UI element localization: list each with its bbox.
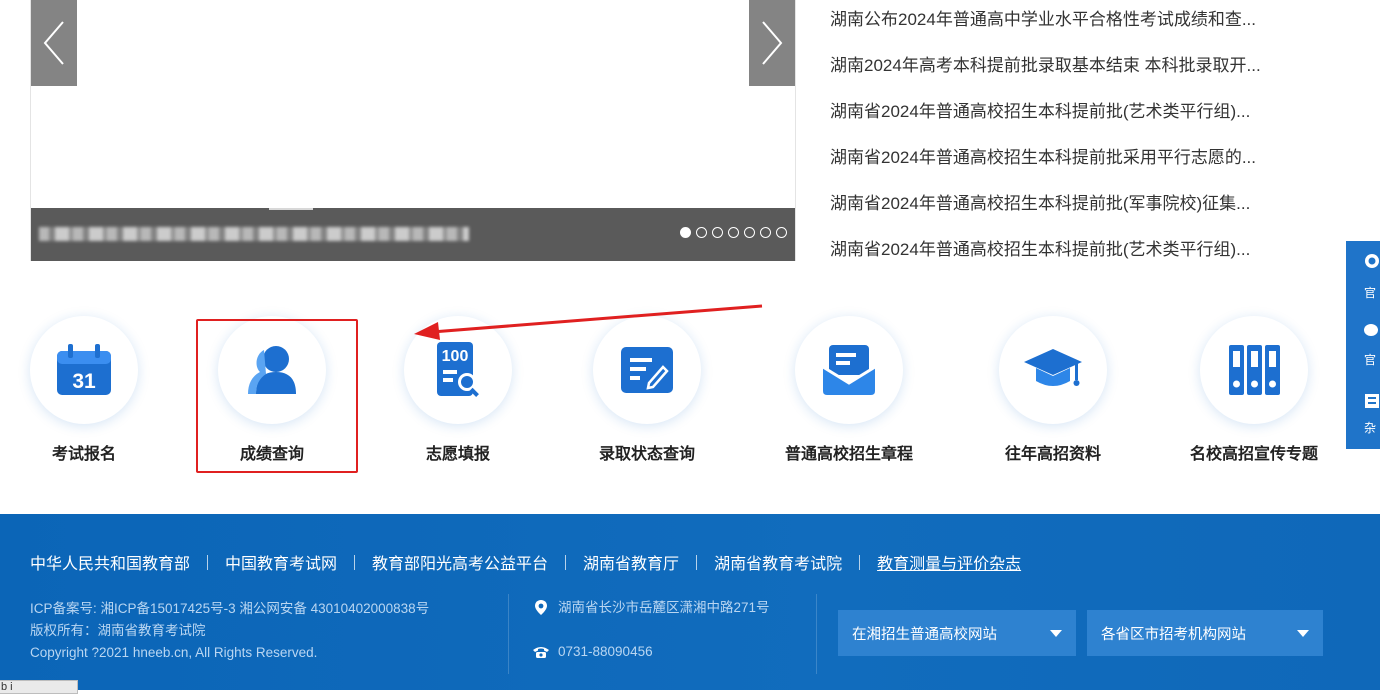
footer-divider [508,594,509,674]
quick-link-label: 考试报名 [51,446,116,463]
highlight-box [196,319,358,473]
quick-link-circle [1200,316,1308,424]
footer-divider [816,594,817,674]
score-badge: 100 [442,348,469,365]
site-footer: 中华人民共和国教育部 中国教育考试网 教育部阳光高考公益平台 湖南省教育厅 湖南… [0,514,1380,690]
quick-link-admission-charter[interactable]: 普通高校招生章程 [769,316,929,476]
phone-icon [533,647,549,658]
chevron-down-icon [1297,629,1309,637]
university-sites-select-label: 在湘招生普通高校网站 [852,626,997,643]
quick-link-circle [999,316,1107,424]
annotation-arrow [414,304,763,340]
footer-link-divider [207,554,209,570]
news-item[interactable]: 湖南省2024年普通高校招生本科提前批(军事院校)征集... [830,189,1250,214]
quick-link-label: 往年高招资料 [1004,446,1101,463]
footer-phone: 0731-88090456 [558,644,653,659]
provincial-sites-select-label: 各省区市招考机构网站 [1101,626,1246,643]
carousel-handle [269,208,313,210]
graduation-cap-icon [1024,349,1082,386]
footer-link-divider [354,554,356,570]
quick-link-circle: 31 [30,316,138,424]
chevron-right-icon [762,21,783,65]
carousel-dot[interactable] [776,227,787,238]
carousel-dot[interactable] [728,227,739,238]
news-item[interactable]: 湖南2024年高考本科提前批录取基本结束 本科批录取开... [830,51,1261,76]
footer-link-hunan-exam-authority[interactable]: 湖南省教育考试院 [714,550,842,574]
weibo-icon [1365,254,1379,268]
news-item[interactable]: 湖南省2024年普通高校招生本科提前批(艺术类平行组)... [830,235,1250,260]
quick-link-exam-registration[interactable]: 31 考试报名 [4,316,164,476]
footer-link-divider [859,554,861,570]
news-item[interactable]: 湖南省2024年普通高校招生本科提前批采用平行志愿的... [830,143,1256,168]
carousel-dot[interactable] [744,227,755,238]
footer-link-neea[interactable]: 中国教育考试网 [225,550,337,574]
location-pin-icon [535,600,547,615]
carousel-dot[interactable] [760,227,771,238]
footer-links: 中华人民共和国教育部 中国教育考试网 教育部阳光高考公益平台 湖南省教育厅 湖南… [30,550,1021,574]
footer-link-hunan-education[interactable]: 湖南省教育厅 [583,550,679,574]
footer-link-journal[interactable]: 教育测量与评价杂志 [877,550,1021,574]
chevron-left-icon [43,21,64,65]
quick-link-label: 普通高校招生章程 [784,446,913,463]
quick-link-label: 录取状态查询 [598,446,695,463]
carousel-next-button[interactable] [749,0,795,86]
news-item[interactable]: 湖南公布2024年普通高中学业水平合格性考试成绩和查... [830,5,1256,30]
calendar-day: 31 [72,370,96,393]
carousel-caption-bar [31,208,795,261]
carousel-dot[interactable] [680,227,691,238]
university-sites-select[interactable]: 在湘招生普通高校网站 [838,610,1076,656]
news-carousel[interactable] [30,0,796,261]
score-search-icon: 100 [437,342,479,397]
carousel-dot[interactable] [696,227,707,238]
copyright-notice: Copyright ?2021 hneeb.cn, All Rights Res… [30,645,318,660]
footer-info: ICP备案号: 湘ICP备15017425号-3 湘公网安备 430104020… [30,598,429,664]
footer-address: 湖南省长沙市岳麓区潇湘中路271号 [558,600,770,615]
carousel-dot[interactable] [712,227,723,238]
status-tooltip: b i [0,680,78,694]
news-item[interactable]: 湖南省2024年普通高校招生本科提前批(艺术类平行组)... [830,97,1250,122]
provincial-sites-select[interactable]: 各省区市招考机构网站 [1087,610,1323,656]
binders-icon [1229,345,1280,395]
carousel-caption-blurred [39,227,469,241]
footer-link-gaokao-platform[interactable]: 教育部阳光高考公益平台 [372,550,548,574]
copyright-owner: 版权所有：湖南省教育考试院 [30,623,206,638]
footer-link-divider [696,554,698,570]
quick-link-label: 志愿填报 [425,446,490,463]
footer-link-divider [565,554,567,570]
footer-link-moe[interactable]: 中华人民共和国教育部 [30,550,190,574]
quick-link-label: 名校高招宣传专题 [1189,446,1318,463]
side-item-label: 官 [1364,286,1377,300]
carousel-prev-button[interactable] [31,0,77,86]
footer-contact: 湖南省长沙市岳麓区潇湘中路271号 0731-88090456 [532,598,770,686]
quick-link-university-promotion[interactable]: 名校高招宣传专题 [1174,316,1334,476]
calendar-icon: 31 [57,344,111,395]
icp-record: ICP备案号: 湘ICP备15017425号-3 湘公网安备 430104020… [30,601,430,616]
quick-link-past-materials[interactable]: 往年高招资料 [973,316,1133,476]
quick-link-circle [795,316,903,424]
edit-form-icon [621,347,673,393]
inbox-icon [822,345,876,395]
chevron-down-icon [1050,629,1062,637]
carousel-dots [680,227,787,238]
